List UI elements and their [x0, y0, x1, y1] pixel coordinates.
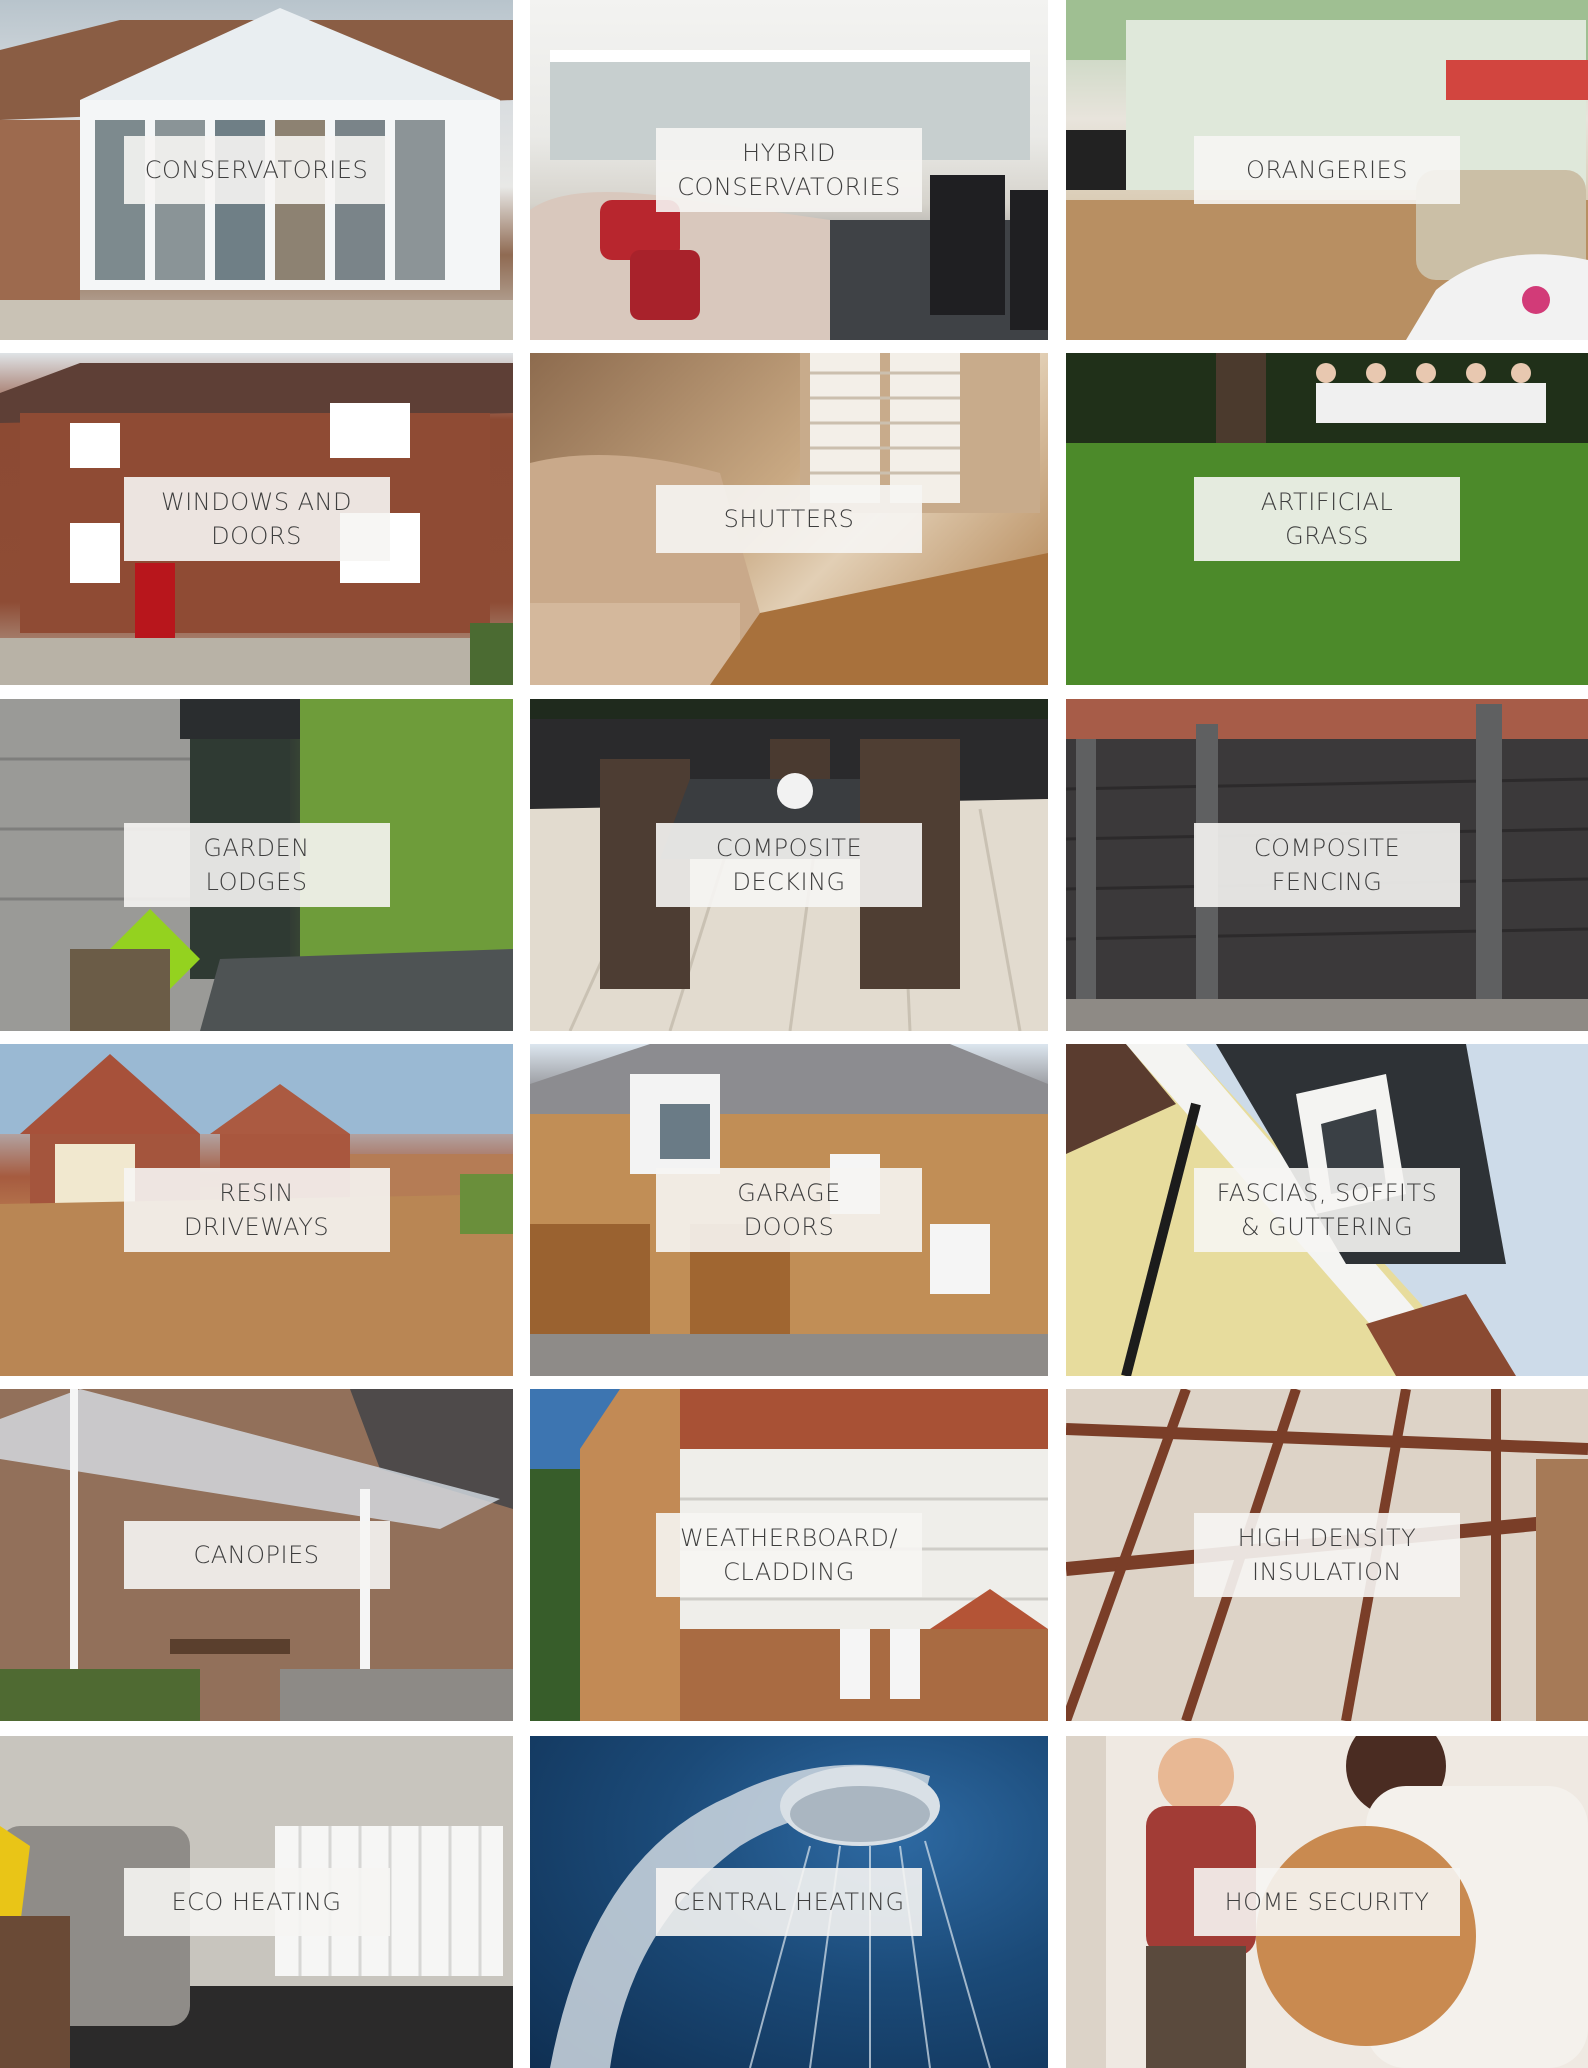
- label-line: ECO HEATING: [171, 1888, 342, 1916]
- tile-orangeries[interactable]: ORANGERIES: [1066, 0, 1588, 340]
- label-resin-driveways: RESIN DRIVEWAYS: [123, 1168, 390, 1252]
- label-garden-lodges: GARDEN LODGES: [123, 823, 390, 907]
- tile-hybrid-conservatories[interactable]: HYBRID CONSERVATORIES: [530, 0, 1048, 340]
- label-line: GRASS: [1285, 522, 1369, 550]
- label-artificial-grass: ARTIFICIAL GRASS: [1194, 477, 1460, 561]
- label-conservatories: CONSERVATORIES: [123, 136, 390, 204]
- label-windows-and-doors: WINDOWS AND DOORS: [123, 477, 390, 561]
- tile-composite-fencing[interactable]: COMPOSITE FENCING: [1066, 699, 1588, 1031]
- label-composite-decking: COMPOSITE DECKING: [656, 823, 922, 907]
- tile-composite-decking[interactable]: COMPOSITE DECKING: [530, 699, 1048, 1031]
- label-fascias-soffits-guttering: FASCIAS, SOFFITS & GUTTERING: [1194, 1168, 1460, 1252]
- tile-resin-driveways[interactable]: RESIN DRIVEWAYS: [0, 1044, 513, 1376]
- label-central-heating: CENTRAL HEATING: [656, 1868, 922, 1936]
- label-line: HYBRID: [742, 139, 836, 167]
- label-line: DOORS: [743, 1213, 835, 1241]
- label-hybrid-conservatories: HYBRID CONSERVATORIES: [656, 128, 922, 212]
- label-weatherboard-cladding: WEATHERBOARD/CLADDING: [656, 1513, 922, 1597]
- label-line: HOME SECURITY: [1224, 1888, 1430, 1916]
- label-line: FENCING: [1271, 868, 1383, 896]
- label-line: CONSERVATORIES: [677, 173, 901, 201]
- label-orangeries: ORANGERIES: [1194, 136, 1460, 204]
- label-line: DECKING: [732, 868, 846, 896]
- label-garage-doors: GARAGE DOORS: [656, 1168, 922, 1252]
- tile-eco-heating[interactable]: ECO HEATING: [0, 1736, 513, 2068]
- tile-artificial-grass[interactable]: ARTIFICIAL GRASS: [1066, 353, 1588, 685]
- label-home-security: HOME SECURITY: [1194, 1868, 1460, 1936]
- label-line: WEATHERBOARD/: [680, 1524, 898, 1552]
- tile-windows-and-doors[interactable]: WINDOWS AND DOORS: [0, 353, 513, 685]
- label-line: ARTIFICIAL: [1260, 488, 1394, 516]
- label-line: INSULATION: [1252, 1558, 1402, 1586]
- label-high-density-insulation: HIGH DENSITY INSULATION: [1194, 1513, 1460, 1597]
- label-line: ORANGERIES: [1246, 156, 1408, 184]
- tile-weatherboard-cladding[interactable]: WEATHERBOARD/CLADDING: [530, 1389, 1048, 1721]
- tile-canopies[interactable]: CANOPIES: [0, 1389, 513, 1721]
- tile-shutters[interactable]: SHUTTERS: [530, 353, 1048, 685]
- label-line: GARDEN: [203, 834, 310, 862]
- label-composite-fencing: COMPOSITE FENCING: [1194, 823, 1460, 907]
- label-line: WINDOWS AND: [160, 488, 353, 516]
- tile-home-security[interactable]: HOME SECURITY: [1066, 1736, 1588, 2068]
- tile-high-density-insulation[interactable]: HIGH DENSITY INSULATION: [1066, 1389, 1588, 1721]
- label-canopies: CANOPIES: [123, 1521, 390, 1589]
- tile-fascias-soffits-guttering[interactable]: FASCIAS, SOFFITS & GUTTERING: [1066, 1044, 1588, 1376]
- label-line: GARAGE: [737, 1179, 841, 1207]
- label-shutters: SHUTTERS: [656, 485, 922, 553]
- label-line: SHUTTERS: [723, 505, 855, 533]
- label-line: DRIVEWAYS: [183, 1213, 330, 1241]
- label-line: FASCIAS, SOFFITS: [1216, 1179, 1438, 1207]
- label-eco-heating: ECO HEATING: [123, 1868, 390, 1936]
- label-line: CENTRAL HEATING: [673, 1888, 905, 1916]
- label-line: DOORS: [211, 522, 302, 550]
- label-line: LODGES: [205, 868, 308, 896]
- label-line: & GUTTERING: [1240, 1213, 1414, 1241]
- tile-conservatories[interactable]: CONSERVATORIES: [0, 0, 513, 340]
- tile-central-heating[interactable]: CENTRAL HEATING: [530, 1736, 1048, 2068]
- label-line: COMPOSITE: [715, 834, 863, 862]
- tile-garden-lodges[interactable]: GARDEN LODGES: [0, 699, 513, 1031]
- label-line: RESIN: [219, 1179, 294, 1207]
- label-line: COMPOSITE: [1253, 834, 1401, 862]
- label-line: CONSERVATORIES: [144, 156, 369, 184]
- label-line: CLADDING: [723, 1558, 855, 1586]
- tile-garage-doors[interactable]: GARAGE DOORS: [530, 1044, 1048, 1376]
- label-line: CANOPIES: [193, 1541, 320, 1569]
- label-line: HIGH DENSITY: [1237, 1524, 1417, 1552]
